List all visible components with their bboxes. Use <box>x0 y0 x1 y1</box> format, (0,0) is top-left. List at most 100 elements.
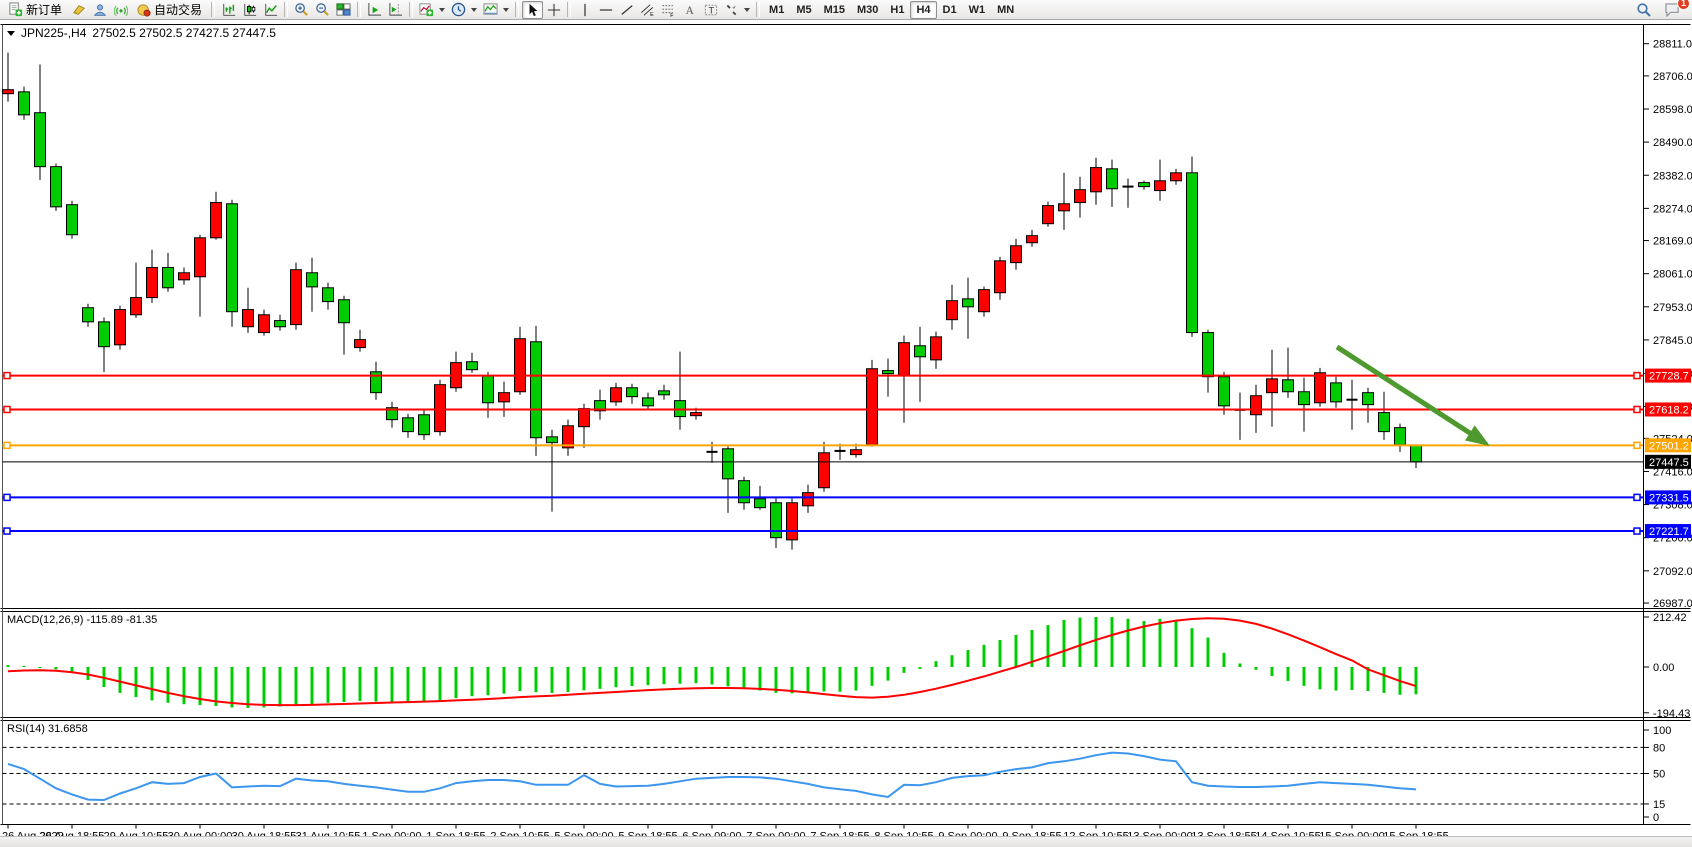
macd-histogram-bar <box>1143 621 1146 667</box>
auto-scroll-button[interactable] <box>364 1 385 19</box>
line-handle[interactable] <box>4 528 10 534</box>
symbol-dropdown-icon[interactable] <box>7 31 15 36</box>
line-chart-mode-button[interactable] <box>260 1 281 19</box>
indicators-button[interactable] <box>416 1 448 19</box>
candle-doji <box>707 451 718 453</box>
fibonacci-tool-button[interactable]: F <box>658 1 679 19</box>
line-handle[interactable] <box>4 406 10 412</box>
zoom-in-button[interactable] <box>291 1 312 19</box>
tile-windows-button[interactable] <box>333 1 354 19</box>
macd-histogram-bar <box>727 667 730 686</box>
crosshair-tool-button[interactable] <box>543 1 564 19</box>
periods-button[interactable] <box>448 1 480 19</box>
line-handle[interactable] <box>1634 406 1640 412</box>
candle-body <box>179 273 190 280</box>
vertical-line-tool-button[interactable] <box>574 1 595 19</box>
text-label-tool-button[interactable]: T <box>700 1 721 19</box>
new-order-button[interactable]: 新订单 <box>2 1 68 19</box>
price-badge-label: 27728.7 <box>1649 371 1689 383</box>
candle-body <box>691 413 702 416</box>
price-axis-label: 28811.0 <box>1653 39 1692 51</box>
signals-button[interactable] <box>110 1 131 19</box>
macd-histogram-bar <box>919 667 922 669</box>
zoom-out-button[interactable] <box>312 1 333 19</box>
macd-histogram-bar <box>1191 628 1194 667</box>
candlestick-mode-button[interactable] <box>239 1 260 19</box>
rsi-axis-label: 80 <box>1653 742 1665 754</box>
candle-body <box>83 308 94 322</box>
candle-body <box>979 290 990 312</box>
candle-body <box>323 288 334 302</box>
line-handle[interactable] <box>1634 528 1640 534</box>
timeframe-button-m15[interactable]: M15 <box>818 1 851 19</box>
macd-histogram-bar <box>967 650 970 667</box>
candle-body <box>259 315 270 333</box>
line-handle[interactable] <box>1634 442 1640 448</box>
blue-figure-icon <box>93 3 107 17</box>
macd-histogram-bar <box>423 667 426 703</box>
candle-body <box>403 418 414 432</box>
line-handle[interactable] <box>1634 494 1640 500</box>
candle-body <box>435 385 446 432</box>
candle-body <box>99 322 110 347</box>
candle-body <box>1011 246 1022 263</box>
bar-chart-mode-button[interactable] <box>218 1 239 19</box>
search-icon <box>1636 2 1652 18</box>
horizontal-line-tool-button[interactable] <box>595 1 616 19</box>
macd-histogram-bar <box>1239 663 1242 667</box>
chart-shift-button[interactable] <box>385 1 406 19</box>
macd-histogram-bar <box>391 667 394 702</box>
line-handle[interactable] <box>4 494 10 500</box>
chart-canvas[interactable]: 28811.028706.028598.028490.028382.028274… <box>0 20 1692 836</box>
horizontal-line-icon <box>599 3 613 17</box>
auto-trading-button[interactable]: 自动交易 <box>131 1 208 19</box>
line-handle[interactable] <box>4 373 10 379</box>
cursor-icon <box>526 3 540 17</box>
candle-body <box>339 300 350 323</box>
arrows-tool-button[interactable] <box>721 1 753 19</box>
text-tool-button[interactable]: A <box>679 1 700 19</box>
candle-body <box>499 393 510 402</box>
line-handle[interactable] <box>4 442 10 448</box>
trendline-tool-button[interactable] <box>616 1 637 19</box>
candle-body <box>1027 236 1038 243</box>
macd-histogram-bar <box>23 666 26 667</box>
candle-body <box>3 90 14 94</box>
market-depth-button[interactable] <box>68 1 89 19</box>
macd-histogram-bar <box>135 667 138 697</box>
timeframe-button-m1[interactable]: M1 <box>763 1 790 19</box>
candle-body <box>739 481 750 503</box>
timeframe-button-mn[interactable]: MN <box>991 1 1020 19</box>
macd-histogram-bar <box>471 667 474 696</box>
timeframe-button-h1[interactable]: H1 <box>884 1 910 19</box>
timeframe-group: M1M5M15M30H1H4D1W1MN <box>763 1 1020 19</box>
line-handle[interactable] <box>1634 373 1640 379</box>
toolbar-separator <box>409 2 413 17</box>
timeframe-button-w1[interactable]: W1 <box>963 1 992 19</box>
fibonacci-icon: F <box>661 3 676 17</box>
macd-histogram-bar <box>55 667 58 669</box>
auto-trading-label: 自动交易 <box>154 1 202 18</box>
terminal-button[interactable] <box>89 1 110 19</box>
macd-histogram-bar <box>535 667 538 692</box>
templates-button[interactable] <box>480 1 512 19</box>
channel-tool-button[interactable]: E <box>637 1 658 19</box>
price-badge-label: 27618.2 <box>1649 404 1689 416</box>
candle-body <box>275 321 286 327</box>
cursor-tool-button[interactable] <box>522 1 543 19</box>
price-axis-label: 27953.0 <box>1653 302 1692 314</box>
candle-body <box>147 268 158 298</box>
timeframe-button-h4[interactable]: H4 <box>910 1 936 19</box>
timeframe-button-m5[interactable]: M5 <box>790 1 817 19</box>
macd-histogram-bar <box>119 667 122 693</box>
chart-shift-icon <box>388 2 403 17</box>
timeframe-button-m30[interactable]: M30 <box>851 1 884 19</box>
search-button[interactable] <box>1633 1 1655 19</box>
text-label-icon: T <box>704 3 718 17</box>
price-axis-label: 28274.0 <box>1653 203 1692 215</box>
candle-body <box>963 299 974 307</box>
macd-histogram-bar <box>583 667 586 690</box>
notifications-button[interactable]: 1 <box>1661 1 1684 19</box>
macd-histogram-bar <box>631 667 634 686</box>
timeframe-button-d1[interactable]: D1 <box>937 1 963 19</box>
